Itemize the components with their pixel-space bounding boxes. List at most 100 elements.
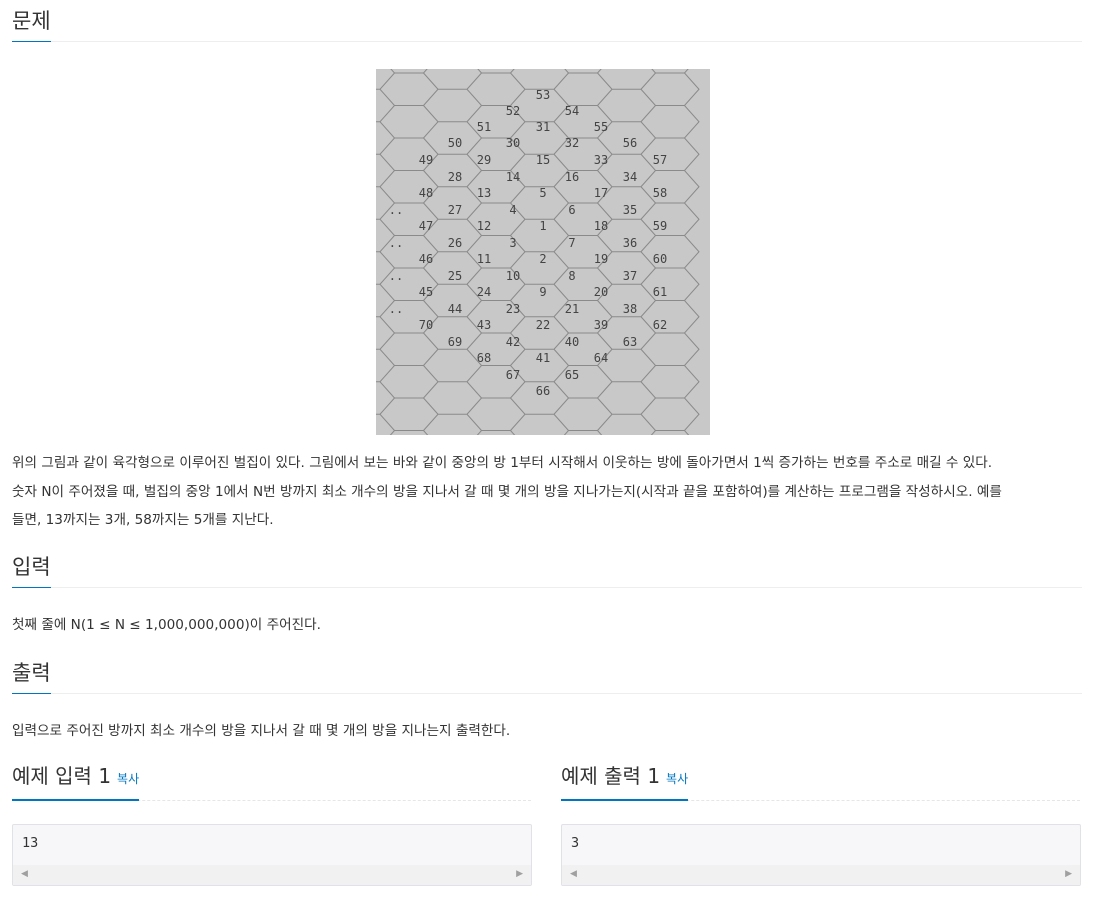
hex-cell-label: 7 <box>568 236 575 250</box>
sample-output-header: 예제 출력 1 복사 <box>561 764 1080 801</box>
hex-cell-label: 15 <box>536 153 550 167</box>
hex-cell-label: 36 <box>623 236 637 250</box>
hex-cell-label: 63 <box>623 335 637 349</box>
sample-input-value: 13 <box>22 835 39 851</box>
hex-cell-label: 34 <box>623 170 637 184</box>
hex-cell-label: 48 <box>419 186 433 200</box>
scroll-left-icon[interactable]: ◀ <box>21 869 28 879</box>
output-title: 출력 <box>12 660 51 694</box>
sample-output-value: 3 <box>571 835 580 851</box>
scroll-right-icon[interactable]: ▶ <box>1065 869 1072 879</box>
hex-cell-label: 22 <box>536 318 550 332</box>
hex-cell-label: 12 <box>477 219 491 233</box>
hex-cell-label: 56 <box>623 136 637 150</box>
problem-page: 문제 53 52 54 51 31 55 50 30 32 56 49 29 15 33 57 28 14 16 3… <box>0 0 1095 904</box>
hex-cell-label: 70 <box>419 318 433 332</box>
hex-cell-label: 23 <box>506 302 520 316</box>
sample-input-scrollbar[interactable]: ◀ ▶ <box>13 865 531 885</box>
input-section-header: 입력 <box>12 554 1082 588</box>
hex-cell-label: 46 <box>419 252 433 266</box>
hex-cell-label: 25 <box>448 269 462 283</box>
hex-cell-label: 44 <box>448 302 462 316</box>
hex-cell-label: 32 <box>565 136 579 150</box>
hex-cell-label: 49 <box>419 153 433 167</box>
hex-cell-label: 1 <box>539 219 546 233</box>
hex-cell-label: 13 <box>477 186 491 200</box>
hex-cell-label: 26 <box>448 236 462 250</box>
hex-cell-label: 18 <box>594 219 608 233</box>
hex-cell-label: 8 <box>568 269 575 283</box>
hex-cell-label: .. <box>389 302 403 316</box>
hex-cell-label: 58 <box>653 186 667 200</box>
hex-cell-label: 11 <box>477 252 491 266</box>
scroll-right-icon[interactable]: ▶ <box>516 869 523 879</box>
honeycomb-svg: 5352 5451 31 5550 30 32 5649 29 15 33 5728 14 16 3448… <box>376 69 700 435</box>
output-description: 입력으로 주어진 방까지 최소 개수의 방을 지나서 갈 때 몇 개의 방을 지… <box>12 723 511 739</box>
honeycomb-figure: 53 52 54 51 31 55 50 30 32 56 49 29 15 33 57 28 14 16 34 48… <box>376 69 710 435</box>
hex-cell-label: 65 <box>565 368 579 382</box>
hex-cell-label: 64 <box>594 351 608 365</box>
sample-output-title: 예제 출력 1 복사 <box>561 764 689 801</box>
hex-cell-label: 9 <box>539 285 546 299</box>
problem-text-line-3: 들면, 13까지는 3개, 58까지는 5개를 지난다. <box>12 512 274 528</box>
hex-cell-label: 47 <box>419 219 433 233</box>
hex-cell-label: 24 <box>477 285 491 299</box>
hex-cell-label: .. <box>389 203 403 217</box>
hex-cell-label: 37 <box>623 269 637 283</box>
hex-cell-label: 51 <box>477 120 491 134</box>
hex-cell-label: 43 <box>477 318 491 332</box>
problem-section-header: 문제 <box>12 8 1082 42</box>
hex-cell-label: 69 <box>448 335 462 349</box>
scroll-left-icon[interactable]: ◀ <box>570 869 577 879</box>
copy-sample-input-button[interactable]: 복사 <box>117 772 139 786</box>
hex-cell-label: 55 <box>594 120 608 134</box>
hex-cell-label: 10 <box>506 269 520 283</box>
problem-text-line-2: 숫자 N이 주어졌을 때, 벌집의 중앙 1에서 N번 방까지 최소 개수의 방… <box>12 483 1002 500</box>
hex-cell-label: 2 <box>539 252 546 266</box>
hex-cell-label: 40 <box>565 335 579 349</box>
hex-cell-label: 21 <box>565 302 579 316</box>
hex-cell-label: 31 <box>536 120 550 134</box>
hex-cell-label: 6 <box>568 203 575 217</box>
hex-cell-label: 52 <box>506 104 520 118</box>
hex-cell-label: 33 <box>594 153 608 167</box>
hex-cell-label: 54 <box>565 104 579 118</box>
hex-cell-label: 62 <box>653 318 667 332</box>
hex-cell-label: 20 <box>594 285 608 299</box>
sample-output-scrollbar[interactable]: ◀ ▶ <box>562 865 1080 885</box>
copy-sample-output-button[interactable]: 복사 <box>666 772 688 786</box>
sample-input-header: 예제 입력 1 복사 <box>12 764 531 801</box>
hex-cell-label: 35 <box>623 203 637 217</box>
problem-description: 위의 그림과 같이 육각형으로 이루어진 벌집이 있다. 그림에서 보는 바와 … <box>12 449 1087 535</box>
hex-cell-label: 29 <box>477 153 491 167</box>
hex-cell-label: 59 <box>653 219 667 233</box>
sample-output-title-text: 예제 출력 1 <box>561 764 661 788</box>
hex-cell-label: 38 <box>623 302 637 316</box>
sample-input-title-text: 예제 입력 1 <box>12 764 112 788</box>
hex-cell-label: 19 <box>594 252 608 266</box>
sample-output-box[interactable]: 3 ◀ ▶ <box>561 824 1081 886</box>
hex-cell-label: 16 <box>565 170 579 184</box>
problem-text-line-1: 위의 그림과 같이 육각형으로 이루어진 벌집이 있다. 그림에서 보는 바와 … <box>12 455 993 471</box>
hex-cell-label: 50 <box>448 136 462 150</box>
hex-cell-label: 30 <box>506 136 520 150</box>
hex-cell-label: 42 <box>506 335 520 349</box>
input-title: 입력 <box>12 554 51 588</box>
hex-cell-label: 27 <box>448 203 462 217</box>
hex-cell-label: 57 <box>653 153 667 167</box>
hex-cell-label: 53 <box>536 88 550 102</box>
hex-cell-label: 41 <box>536 351 550 365</box>
hex-cell-label: 67 <box>506 368 520 382</box>
hex-cell-label: 66 <box>536 384 550 398</box>
sample-input-box[interactable]: 13 ◀ ▶ <box>12 824 532 886</box>
hex-cell-label: 39 <box>594 318 608 332</box>
hex-cell-label: 45 <box>419 285 433 299</box>
problem-title: 문제 <box>12 8 51 42</box>
sample-input-title: 예제 입력 1 복사 <box>12 764 140 801</box>
input-description: 첫째 줄에 N(1 ≤ N ≤ 1,000,000,000)이 주어진다. <box>12 617 321 633</box>
hex-cell-label: 3 <box>509 236 516 250</box>
hex-cell-label: 5 <box>539 186 546 200</box>
hex-cell-label: 68 <box>477 351 491 365</box>
hex-cell-label: 17 <box>594 186 608 200</box>
hex-cell-label: 4 <box>509 203 516 217</box>
